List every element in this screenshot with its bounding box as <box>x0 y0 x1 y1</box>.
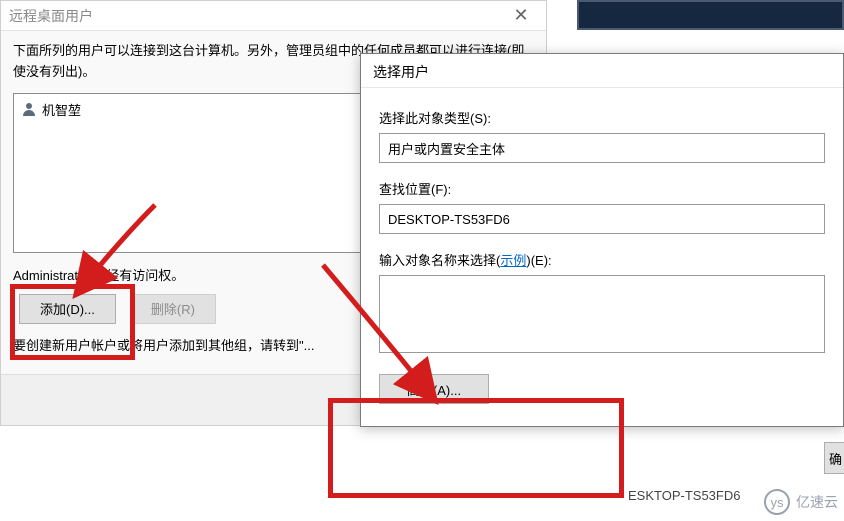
user-name: 机智堃 <box>42 100 81 119</box>
partial-hostname-text: ESKTOP-TS53FD6 <box>628 488 740 503</box>
close-icon[interactable]: ✕ <box>506 5 536 26</box>
front-dialog-title: 选择用户 <box>373 62 429 82</box>
examples-link[interactable]: 示例 <box>500 253 526 268</box>
location-value: DESKTOP-TS53FD6 <box>388 212 510 227</box>
object-type-value: 用户或内置安全主体 <box>388 139 505 158</box>
select-users-dialog: 选择用户 选择此对象类型(S): 用户或内置安全主体 查找位置(F): DESK… <box>360 53 844 427</box>
user-icon <box>20 100 38 118</box>
object-type-field: 用户或内置安全主体 <box>379 133 825 163</box>
advanced-button[interactable]: 高级(A)... <box>379 374 489 404</box>
advanced-row: 高级(A)... <box>379 374 825 404</box>
remove-button: 删除(R) <box>130 294 216 324</box>
add-button[interactable]: 添加(D)... <box>19 294 116 324</box>
object-names-label: 输入对象名称来选择(示例)(E): <box>379 250 825 269</box>
location-field: DESKTOP-TS53FD6 <box>379 204 825 234</box>
front-dialog-body: 选择此对象类型(S): 用户或内置安全主体 查找位置(F): DESKTOP-T… <box>361 88 843 426</box>
object-names-input[interactable] <box>379 275 825 353</box>
front-dialog-titlebar: 选择用户 <box>361 54 843 88</box>
truncated-ok-button[interactable]: 确 <box>824 442 844 474</box>
background-titlebar-strip <box>577 0 844 30</box>
watermark-text: 亿速云 <box>796 492 838 512</box>
location-label: 查找位置(F): <box>379 179 825 198</box>
watermark-logo-icon: ys <box>764 489 790 515</box>
back-dialog-titlebar: 远程桌面用户 ✕ <box>1 1 546 31</box>
watermark: ys 亿速云 <box>764 489 838 515</box>
back-dialog-title: 远程桌面用户 <box>9 6 93 26</box>
object-type-label: 选择此对象类型(S): <box>379 108 825 127</box>
